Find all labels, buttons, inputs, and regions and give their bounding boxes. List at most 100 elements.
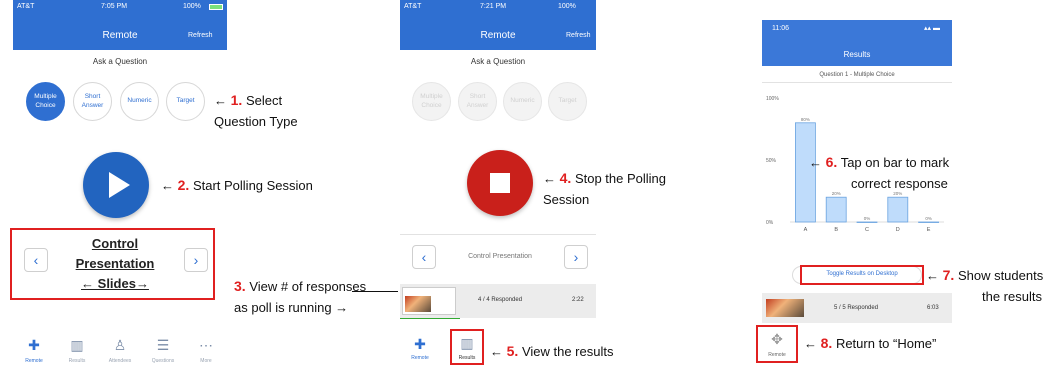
tab-remote-label: Remote: [25, 358, 43, 364]
play-icon: [109, 172, 130, 198]
arrow-left-icon: ←: [804, 336, 817, 351]
control-presentation-title: Control Presentation ← Slides→: [52, 234, 178, 294]
more-icon[interactable]: ⋯: [195, 337, 217, 354]
carrier-label: AT&T: [404, 3, 422, 10]
multiple-choice-button[interactable]: Multiple Choice: [412, 82, 451, 121]
tab-results-label: Results: [68, 358, 86, 364]
annotation-text: Tap on bar to mark: [840, 155, 950, 170]
slide-thumbnail: [766, 299, 804, 317]
responded-count: 4 / 4 Responded: [478, 297, 523, 303]
arrow-left-icon: ←: [214, 93, 227, 108]
step-number: 4.: [559, 170, 572, 186]
annotation-4: ← 4. Stop the Polling Session: [543, 168, 713, 210]
bar-C[interactable]: [856, 221, 878, 223]
annotation-text: View the results: [521, 344, 614, 359]
previous-slide-button[interactable]: ‹: [24, 248, 48, 272]
arrow-left-icon: ←: [161, 178, 174, 193]
annotation-5: ← 5. View the results: [490, 341, 660, 363]
numeric-button[interactable]: Numeric: [120, 82, 159, 121]
battery-label: 100%: [183, 3, 201, 10]
responded-count: 5 / 5 Responded: [834, 305, 879, 311]
bar-E[interactable]: [918, 221, 940, 223]
x-tick-label: E: [927, 227, 931, 233]
session-timer: 2:22: [572, 297, 584, 303]
status-time: 11:06: [772, 25, 789, 32]
signal-icon: ▴▴ ▬: [924, 25, 940, 32]
session-row[interactable]: 5 / 5 Responded 6:03: [762, 293, 952, 323]
step-number: 1.: [230, 92, 243, 108]
divider: [762, 82, 952, 83]
slides-line: ← Slides→: [81, 276, 149, 292]
next-slide-button[interactable]: ›: [184, 248, 208, 272]
annotation-text: correct response: [851, 175, 948, 191]
results-icon[interactable]: ▥: [66, 337, 88, 354]
start-polling-button[interactable]: [83, 152, 149, 218]
bar-D[interactable]: [887, 196, 909, 223]
chevron-left-icon: ‹: [33, 252, 39, 268]
annotation-text: Stop the Polling: [574, 171, 667, 186]
annotation-1: ← 1. Select Question Type: [214, 90, 344, 132]
annotation-text: Session: [543, 191, 590, 207]
question-label: Question 1 - Multiple Choice: [819, 72, 895, 78]
arrow-left-icon: ←: [543, 171, 556, 186]
slide-thumbnail: [402, 287, 456, 315]
presentation-line: Presentation: [75, 256, 155, 272]
battery-label: 100%: [558, 3, 576, 10]
session-row[interactable]: 4 / 4 Responded 2:22: [400, 284, 596, 318]
annotation-text: Select: [245, 93, 283, 108]
x-tick-label: A: [804, 227, 808, 233]
x-tick-label: C: [865, 227, 869, 233]
divider: [400, 234, 596, 235]
y-tick-label: 100%: [766, 96, 779, 102]
status-time: 7:21 PM: [480, 3, 507, 10]
stop-polling-button[interactable]: [467, 150, 533, 216]
carrier-label: AT&T: [17, 3, 35, 10]
chevron-right-icon: ›: [573, 249, 579, 265]
step-number: 5.: [506, 343, 519, 359]
ask-question-label: Ask a Question: [92, 57, 148, 66]
previous-slide-button[interactable]: ‹: [412, 245, 436, 269]
screen-title: Results: [843, 50, 871, 59]
control-presentation-label: Control Presentation: [468, 253, 532, 260]
toggle-results-label[interactable]: Toggle Results on Desktop: [804, 271, 920, 277]
step-number: 7.: [942, 267, 955, 283]
ask-question-label: Ask a Question: [470, 57, 526, 66]
slide-image: [405, 296, 431, 312]
refresh-button[interactable]: Refresh: [566, 32, 591, 39]
next-slide-button[interactable]: ›: [564, 245, 588, 269]
remote-icon[interactable]: ✚: [410, 336, 430, 353]
arrow-left-icon: ←: [490, 344, 503, 359]
multiple-choice-button[interactable]: Multiple Choice: [26, 82, 65, 121]
annotation-text: as poll is running →: [234, 299, 349, 315]
bar-B[interactable]: [825, 196, 847, 223]
numeric-button[interactable]: Numeric: [503, 82, 542, 121]
target-button[interactable]: Target: [548, 82, 587, 121]
remote-home-icon[interactable]: ✥: [765, 331, 789, 348]
refresh-button[interactable]: Refresh: [188, 32, 213, 39]
y-tick-label: 50%: [766, 158, 777, 164]
questions-icon[interactable]: ☰: [152, 337, 174, 354]
short-answer-button[interactable]: Short Answer: [73, 82, 112, 121]
battery-icon: [209, 4, 223, 10]
panel2-header: AT&T 7:21 PM 100% Remote Refresh: [400, 0, 596, 50]
annotation-text: the results: [982, 288, 1042, 304]
annotation-7: ← 7. Show students the results: [926, 265, 1060, 307]
remote-icon[interactable]: ✚: [23, 337, 45, 354]
target-button[interactable]: Target: [166, 82, 205, 121]
step-number: 6.: [825, 154, 838, 170]
bar-value-label: 0%: [925, 216, 932, 221]
attendees-icon[interactable]: ♙: [109, 337, 131, 354]
short-answer-button[interactable]: Short Answer: [458, 82, 497, 121]
tab-attendees-label: Attendees: [108, 358, 132, 364]
annotation-text: Return to “Home”: [835, 336, 937, 351]
tab-questions-label: Questions: [151, 358, 175, 364]
tab-remote-label: Remote: [768, 352, 786, 358]
annotation-text: Show students: [957, 268, 1044, 283]
tab-results-label: Results: [458, 355, 476, 361]
tab-bar: ✚ ▥ ♙ ☰ ⋯ Remote Results Attendees Quest…: [13, 332, 227, 365]
step-number: 8.: [820, 335, 833, 351]
annotation-8: ← 8. Return to “Home”: [804, 333, 1004, 355]
results-icon[interactable]: ▥: [456, 335, 478, 352]
annotation-3: 3. View # of responses as poll is runnin…: [234, 276, 404, 318]
annotation-6: ← 6. Tap on bar to mark correct response: [809, 152, 1009, 194]
